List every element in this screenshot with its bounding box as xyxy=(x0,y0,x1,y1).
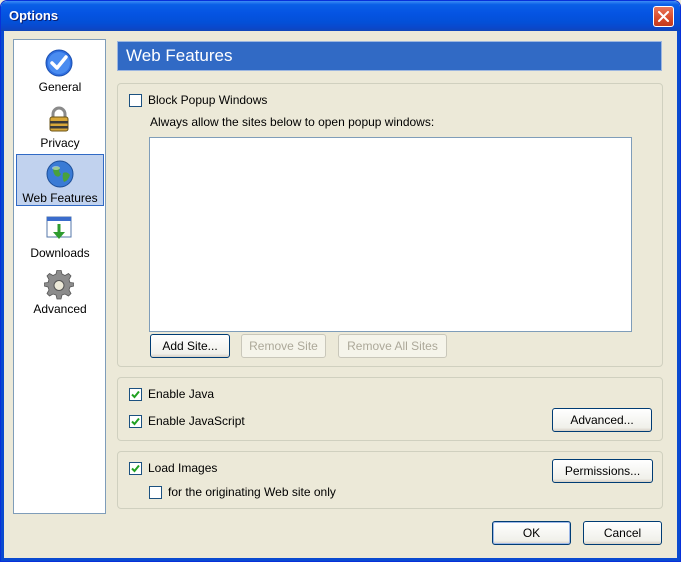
sidebar-item-general[interactable]: General xyxy=(16,44,104,96)
ok-button[interactable]: OK xyxy=(492,521,571,545)
sidebar-item-label: Privacy xyxy=(40,136,80,150)
title-bar[interactable]: Options xyxy=(1,1,680,31)
sidebar-item-privacy[interactable]: Privacy xyxy=(16,100,104,152)
allow-sites-description: Always allow the sites below to open pop… xyxy=(150,115,435,129)
block-popups-label: Block Popup Windows xyxy=(148,93,268,107)
enable-javascript-checkbox[interactable] xyxy=(129,415,142,428)
add-site-button[interactable]: Add Site... xyxy=(150,334,230,358)
window-title: Options xyxy=(9,8,59,23)
close-icon xyxy=(658,11,669,22)
sidebar-item-web-features[interactable]: Web Features xyxy=(16,154,104,206)
remove-site-button[interactable]: Remove Site xyxy=(241,334,326,358)
block-popups-checkbox[interactable] xyxy=(129,94,142,107)
sidebar-item-label: Advanced xyxy=(33,302,87,316)
sidebar-item-label: General xyxy=(38,80,82,94)
enable-java-label: Enable Java xyxy=(148,387,215,401)
originating-site-only-checkbox[interactable] xyxy=(149,486,162,499)
checkmark-icon xyxy=(131,390,140,399)
remove-all-sites-button[interactable]: Remove All Sites xyxy=(338,334,447,358)
gear-icon xyxy=(43,269,75,300)
sidebar-item-label: Web Features xyxy=(22,191,98,205)
window-frame-bottom xyxy=(1,558,680,561)
checkmark-icon xyxy=(44,48,74,78)
load-images-label: Load Images xyxy=(148,461,218,475)
load-images-checkbox[interactable] xyxy=(129,462,142,475)
close-button[interactable] xyxy=(653,6,674,27)
window-frame-left xyxy=(1,31,4,561)
sidebar-item-downloads[interactable]: Downloads xyxy=(16,210,104,262)
sidebar-item-label: Downloads xyxy=(30,246,90,260)
checkmark-icon xyxy=(131,464,140,473)
java-group: Enable Java Enable JavaScript Advanced..… xyxy=(117,377,663,441)
allowed-sites-list[interactable] xyxy=(149,137,632,332)
page-title: Web Features xyxy=(117,41,662,71)
checkmark-icon xyxy=(131,417,140,426)
enable-java-checkbox[interactable] xyxy=(129,388,142,401)
options-window: Options General Privacy Web Features Dow… xyxy=(0,0,681,562)
download-icon xyxy=(44,214,74,244)
images-group: Load Images for the originating Web site… xyxy=(117,451,663,509)
popup-group: Block Popup Windows Always allow the sit… xyxy=(117,83,663,367)
advanced-button[interactable]: Advanced... xyxy=(552,408,652,432)
permissions-button[interactable]: Permissions... xyxy=(552,459,653,483)
padlock-icon xyxy=(44,104,74,134)
cancel-button[interactable]: Cancel xyxy=(583,521,662,545)
enable-javascript-label: Enable JavaScript xyxy=(148,414,245,428)
category-list: General Privacy Web Features Downloads A… xyxy=(13,39,106,514)
globe-icon xyxy=(45,159,75,189)
window-frame-right xyxy=(677,31,680,561)
sidebar-item-advanced[interactable]: Advanced xyxy=(16,266,104,318)
originating-site-only-label: for the originating Web site only xyxy=(168,485,336,499)
